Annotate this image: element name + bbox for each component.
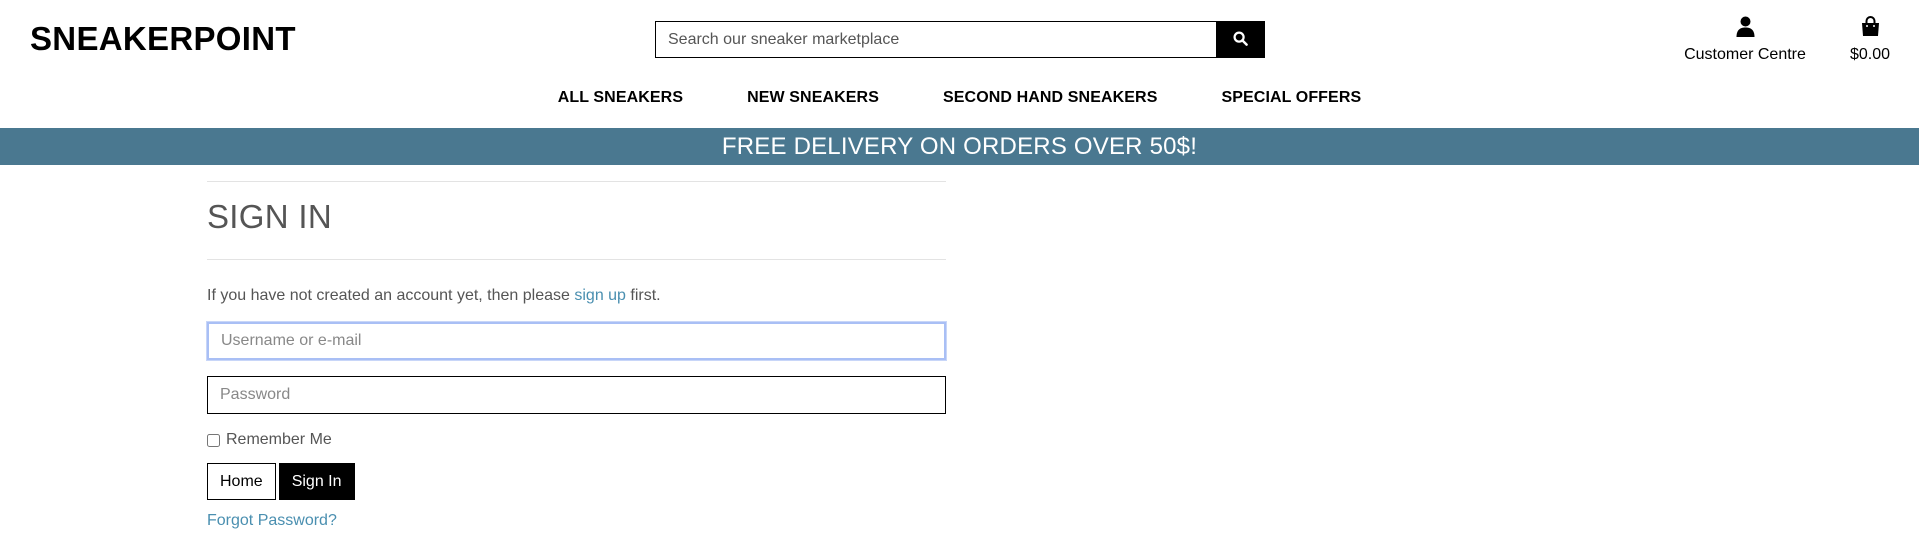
remember-me[interactable]: Remember Me [207,431,946,449]
form-actions: Home Sign In [207,463,946,500]
signup-link[interactable]: sign up [574,287,626,304]
search-icon [1233,30,1248,49]
nav-second-hand-sneakers[interactable]: SECOND HAND SNEAKERS [911,89,1189,107]
home-button[interactable]: Home [207,463,276,500]
signup-prompt: If you have not created an account yet, … [207,287,946,305]
page-title: SIGN IN [207,198,332,235]
divider [207,181,946,182]
remember-me-checkbox[interactable] [207,433,220,447]
signup-prompt-text: If you have not created an account yet, … [207,287,575,304]
cart-total: $0.00 [1849,46,1891,63]
remember-me-label: Remember Me [226,431,332,448]
username-field[interactable] [207,322,946,360]
password-field[interactable] [207,376,946,414]
customer-centre-label: Customer Centre [1684,46,1806,63]
cart-link[interactable]: $0.00 [1840,16,1900,64]
search-input[interactable] [655,21,1216,58]
forgot-password-row: Forgot Password? [207,512,946,530]
brand-logo[interactable]: SNEAKERPOINT [30,20,296,58]
nav-special-offers[interactable]: SPECIAL OFFERS [1189,89,1393,107]
search-button[interactable] [1216,21,1265,58]
customer-centre-link[interactable]: Customer Centre [1680,16,1810,64]
divider [207,259,946,260]
search-bar [655,21,1265,58]
nav-all-sneakers[interactable]: ALL SNEAKERS [526,89,715,107]
main-nav: ALL SNEAKERS NEW SNEAKERS SECOND HAND SN… [0,89,1919,107]
signin-button[interactable]: Sign In [278,463,355,500]
promo-banner: FREE DELIVERY ON ORDERS OVER 50$! [0,128,1919,165]
signin-section: SIGN IN If you have not created an accou… [207,181,946,530]
user-icon [1680,16,1810,42]
forgot-password-link[interactable]: Forgot Password? [207,512,337,529]
nav-new-sneakers[interactable]: NEW SNEAKERS [715,89,911,107]
site-header: SNEAKERPOINT Customer Centre [0,0,1919,128]
shopping-bag-icon [1840,16,1900,42]
signup-prompt-suffix: first. [625,287,661,304]
